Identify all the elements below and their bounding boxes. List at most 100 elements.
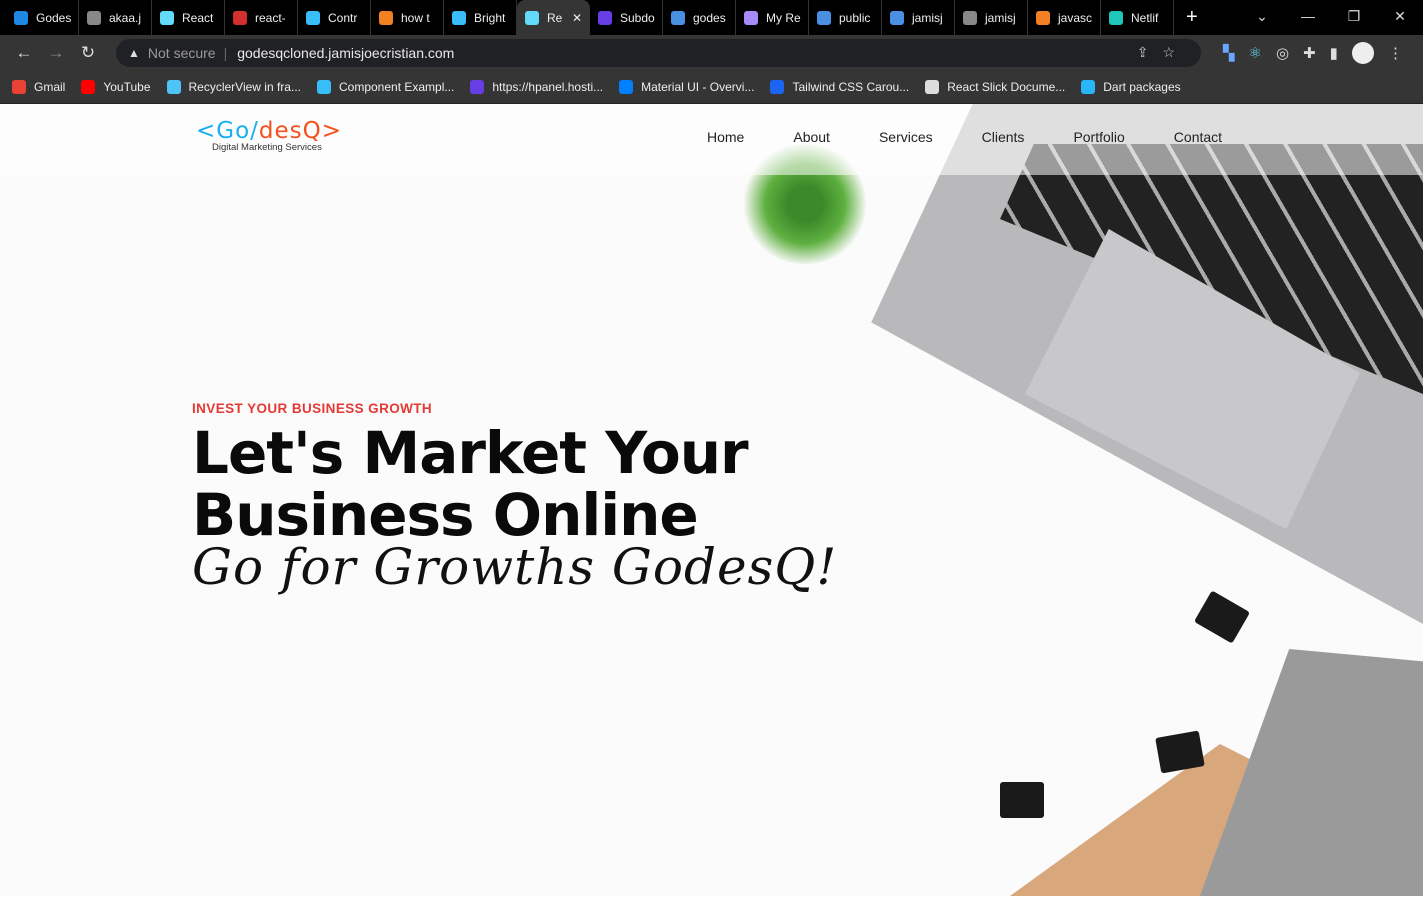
logo-right: desQ> — [258, 118, 343, 144]
favicon-icon — [452, 10, 466, 25]
bookmark-label: Tailwind CSS Carou... — [792, 79, 910, 94]
bookmark[interactable]: Material UI - Overvi... — [619, 79, 755, 94]
bookmarks-bar: Gmail YouTube RecyclerView in fra... Compon… — [0, 70, 1423, 104]
reload-icon[interactable]: ↻ — [72, 43, 104, 63]
main-nav: Home About Services Clients Portfolio Contact — [707, 129, 1271, 145]
hero-eyebrow: INVEST YOUR BUSINESS GROWTH — [192, 401, 433, 416]
sidepanel-icon[interactable]: ▮ — [1330, 44, 1338, 62]
tab-title: Subdo — [620, 10, 655, 25]
favicon-icon — [379, 10, 393, 25]
favicon-icon — [14, 10, 28, 25]
bookmark[interactable]: Tailwind CSS Carou... — [770, 79, 910, 94]
hero-script-tagline: Go for Growths GodesQ! — [192, 538, 838, 596]
bookmark-favicon-icon — [12, 79, 26, 94]
back-icon[interactable]: ← — [8, 43, 40, 63]
site-header: <Go/desQ> Digital Marketing Services Hom… — [0, 104, 1423, 175]
tab-title: Re — [547, 10, 563, 25]
browser-tab[interactable]: Subdo — [590, 0, 663, 35]
browser-tab[interactable]: jamisj — [882, 0, 955, 35]
nav-link-clients[interactable]: Clients — [982, 129, 1025, 145]
bookmark[interactable]: https://hpanel.hosti... — [470, 79, 604, 94]
bookmark-favicon-icon — [470, 79, 485, 94]
browser-tab[interactable]: public — [809, 0, 882, 35]
browser-tab[interactable]: Godes — [6, 0, 79, 35]
favicon-icon — [525, 10, 539, 25]
address-bar-row: ← → ↻ ▲ Not secure | godesqcloned.jamisj… — [0, 35, 1423, 70]
browser-tab[interactable]: Netlif — [1101, 0, 1174, 35]
share-and-bookmark-icons[interactable]: ⇪☆ — [1137, 44, 1189, 61]
menu-icon[interactable]: ⋮ — [1388, 44, 1403, 62]
tab-title: jamisj — [985, 10, 1016, 25]
url-input[interactable]: ▲ Not secure | godesqcloned.jamisjoecris… — [116, 38, 1201, 67]
browser-tab[interactable]: akaa.j — [79, 0, 152, 35]
favicon-icon — [598, 10, 612, 25]
favicon-icon — [1109, 10, 1123, 25]
browser-tab[interactable]: godes — [663, 0, 736, 35]
favicon-icon — [817, 10, 831, 25]
browser-tab[interactable]: javasc — [1028, 0, 1101, 35]
avatar[interactable] — [1351, 41, 1374, 64]
nav-link-about[interactable]: About — [793, 129, 830, 145]
nav-link-portfolio[interactable]: Portfolio — [1073, 129, 1124, 145]
bookmark-favicon-icon — [1081, 79, 1096, 94]
browser-tab[interactable]: react- — [225, 0, 298, 35]
bookmark-favicon-icon — [925, 79, 940, 94]
bookmark[interactable]: Component Exampl... — [316, 79, 455, 94]
favicon-icon — [890, 10, 904, 25]
browser-tab[interactable]: Bright — [444, 0, 517, 35]
browser-tab[interactable]: Contr — [298, 0, 371, 35]
nav-link-services[interactable]: Services — [879, 129, 933, 145]
tab-title: My Re — [766, 10, 801, 25]
browser-tab[interactable]: React — [152, 0, 225, 35]
browser-tab[interactable]: how t — [371, 0, 444, 35]
favicon-icon — [963, 10, 977, 25]
bookmark[interactable]: YouTube — [81, 79, 151, 94]
tab-title: godes — [693, 10, 726, 25]
browser-tab[interactable]: My Re — [736, 0, 809, 35]
close-tab-icon[interactable]: ✕ — [572, 11, 582, 25]
security-status[interactable]: Not secure — [148, 45, 216, 61]
bookmark-label: https://hpanel.hosti... — [492, 79, 604, 94]
extension-target-icon[interactable]: ◎ — [1276, 44, 1289, 62]
bookmark-label: Gmail — [34, 79, 66, 94]
restore-button[interactable]: ❐ — [1331, 0, 1377, 33]
tab-strip: Godes akaa.j React react- Contr how t Bright Re… — [0, 0, 1423, 35]
tab-title: jamisj — [912, 10, 943, 25]
warning-icon: ▲ — [128, 45, 140, 60]
binder-clip-image — [1000, 782, 1044, 818]
nav-link-home[interactable]: Home — [707, 129, 744, 145]
nav-link-contact[interactable]: Contact — [1174, 129, 1222, 145]
forward-icon[interactable]: → — [40, 43, 72, 63]
logo[interactable]: <Go/desQ> Digital Marketing Services — [196, 118, 342, 153]
extensions: ▚ ⚛ ◎ ✚ ▮ ⋮ — [1223, 41, 1403, 64]
bookmark-favicon-icon — [619, 79, 634, 94]
bookmark-favicon-icon — [316, 79, 331, 94]
hero-title: Let's Market Your Business Online — [192, 422, 837, 546]
tab-title: Bright — [474, 10, 506, 25]
url-text[interactable]: godesqcloned.jamisjoecristian.com — [237, 45, 454, 61]
bookmark[interactable]: Gmail — [12, 79, 66, 94]
tab-title: javasc — [1058, 10, 1093, 25]
bookmark-favicon-icon — [81, 79, 96, 94]
bookmark[interactable]: Dart packages — [1081, 79, 1181, 94]
puzzle-icon[interactable]: ✚ — [1303, 44, 1316, 62]
bookmark-label: Material UI - Overvi... — [641, 79, 755, 94]
bookmark[interactable]: React Slick Docume... — [925, 79, 1065, 94]
new-tab-button[interactable]: + — [1186, 6, 1198, 29]
browser-tab[interactable]: jamisj — [955, 0, 1028, 35]
browser-tab[interactable]: Re ✕ — [517, 0, 590, 35]
tab-search-icon[interactable]: ⌄ — [1239, 0, 1285, 33]
website: <Go/desQ> Digital Marketing Services Hom… — [0, 104, 1423, 896]
tab-title: how t — [401, 10, 430, 25]
tab-title: react- — [255, 10, 286, 25]
bookmark-label: Dart packages — [1103, 79, 1181, 94]
react-devtools-icon[interactable]: ⚛ — [1249, 44, 1262, 62]
extension-icon[interactable]: ▚ — [1223, 44, 1235, 62]
minimize-button[interactable]: — — [1285, 0, 1331, 33]
bookmark-label: Component Exampl... — [338, 79, 455, 94]
close-window-button[interactable]: ✕ — [1377, 0, 1423, 33]
favicon-icon — [1036, 10, 1050, 25]
binder-clip-image — [1155, 730, 1205, 774]
bookmark[interactable]: RecyclerView in fra... — [166, 79, 301, 94]
hero: INVEST YOUR BUSINESS GROWTH Let's Market… — [192, 401, 837, 596]
